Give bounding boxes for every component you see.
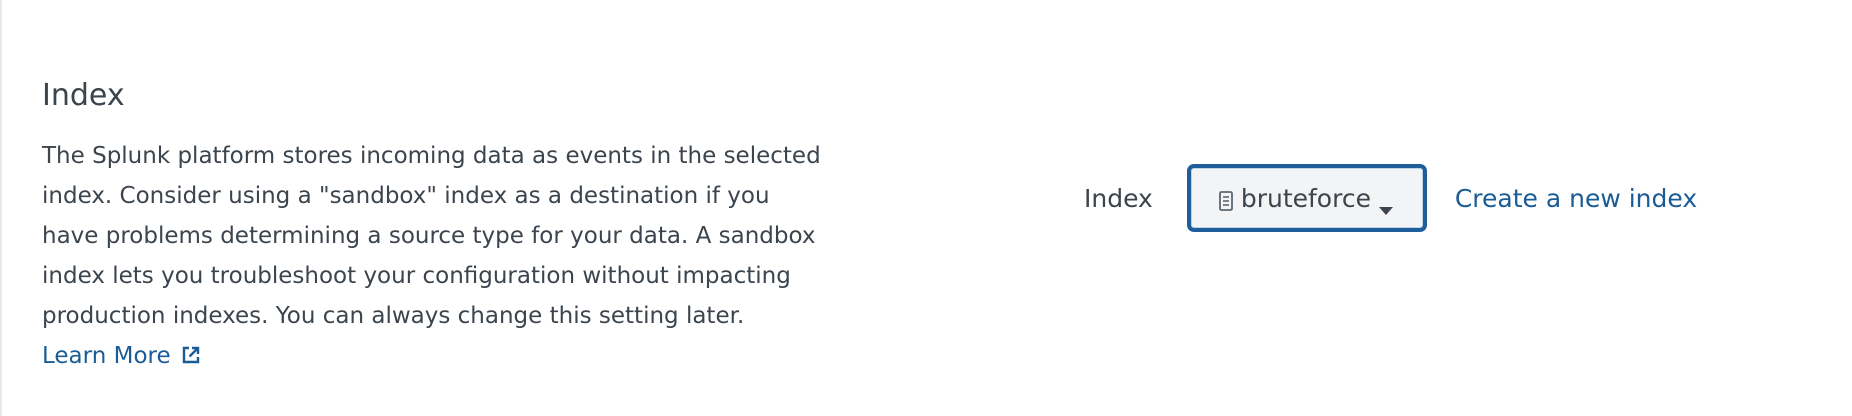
index-field-label: Index (1084, 183, 1153, 213)
index-select[interactable]: bruteforce (1186, 164, 1427, 232)
section-title: Index (42, 78, 125, 113)
external-link-icon (181, 338, 201, 364)
learn-more-link[interactable]: Learn More (42, 343, 201, 369)
caret-down-icon (1378, 193, 1393, 215)
index-settings-page: Index The Splunk platform stores incomin… (0, 0, 1852, 416)
create-new-index-link[interactable]: Create a new index (1455, 184, 1697, 213)
index-select-value: bruteforce (1240, 183, 1371, 213)
learn-more-label: Learn More (42, 343, 171, 369)
index-help-panel: Index The Splunk platform stores incomin… (42, 78, 842, 376)
description-text: The Splunk platform stores incoming data… (42, 143, 821, 329)
index-field-row: Index bruteforce Create a new index (1084, 161, 1697, 235)
database-icon (1218, 188, 1233, 211)
section-description: The Splunk platform stores incoming data… (42, 136, 832, 376)
